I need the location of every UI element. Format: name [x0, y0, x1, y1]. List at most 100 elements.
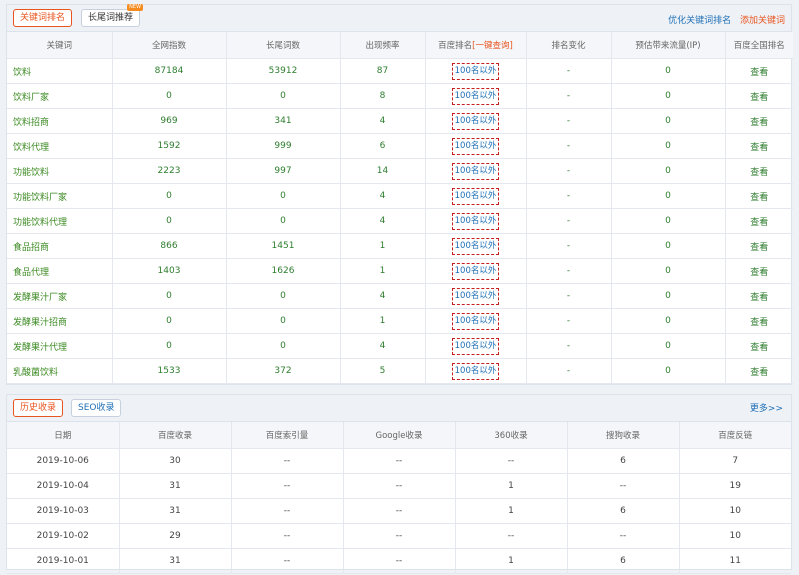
table-row: 饮料代理 1592 999 6 100名以外 -0 查看	[7, 133, 793, 159]
traffic-value: 0	[611, 233, 726, 259]
keyword-link[interactable]: 饮料代理	[7, 133, 113, 159]
keyword-link[interactable]: 食品代理	[7, 258, 113, 284]
keyword-link[interactable]: 功能饮料代理	[7, 208, 113, 234]
tab-longtail-recommend[interactable]: 长尾词推荐 NEW	[81, 4, 144, 27]
rank-cell: 100名以外	[425, 308, 527, 334]
rank-query-box[interactable]: 100名以外	[451, 112, 500, 130]
tab-history-index[interactable]: 历史收录	[13, 399, 64, 417]
sogou-index-value: --	[567, 473, 680, 499]
keyword-link[interactable]: 饮料厂家	[7, 83, 113, 109]
rank-cell: 100名以外	[425, 358, 527, 384]
baidu-index-volume-value: --	[231, 448, 344, 474]
keyword-link[interactable]: 发酵果汁招商	[7, 308, 113, 334]
rank-change-value: -	[526, 333, 612, 359]
longtail-value: 0	[226, 308, 341, 334]
rank-query-box[interactable]: 100名以外	[451, 162, 500, 180]
view-link[interactable]: 查看	[725, 233, 793, 259]
sogou-index-value: 6	[567, 498, 680, 524]
tab-keyword-ranking[interactable]: 关键词排名	[13, 9, 73, 27]
optimize-keyword-link[interactable]: 优化关键词排名	[668, 16, 731, 26]
index-value: 0	[112, 183, 227, 209]
google-index-value: --	[343, 473, 456, 499]
baidu-index-value: 31	[119, 498, 232, 524]
rank-query-box[interactable]: 100名以外	[451, 287, 500, 305]
view-link[interactable]: 查看	[725, 308, 793, 334]
baidu-index-value: 29	[119, 523, 232, 549]
table-row: 功能饮料代理 0 0 4 100名以外 -0 查看	[7, 208, 793, 234]
frequency-value: 4	[340, 183, 426, 209]
keyword-link[interactable]: 饮料招商	[7, 108, 113, 134]
keyword-link[interactable]: 乳酸菌饮料	[7, 358, 113, 384]
table-row: 饮料招商 969 341 4 100名以外 -0 查看	[7, 108, 793, 134]
col-longtail: 长尾词数	[226, 32, 341, 59]
view-link[interactable]: 查看	[725, 333, 793, 359]
keyword-link[interactable]: 功能饮料	[7, 158, 113, 184]
add-keyword-link[interactable]: 添加关键词	[740, 16, 785, 26]
view-link[interactable]: 查看	[725, 183, 793, 209]
rank-cell: 100名以外	[425, 183, 527, 209]
view-link[interactable]: 查看	[725, 208, 793, 234]
view-link[interactable]: 查看	[725, 358, 793, 384]
360-index-value: 1	[455, 548, 568, 574]
more-link[interactable]: 更多>>	[750, 401, 783, 414]
col-baidu-index-volume: 百度索引量	[231, 422, 344, 449]
table-row: 2019-10-06 30 -- -- -- 6 7	[7, 448, 791, 474]
view-link[interactable]: 查看	[725, 283, 793, 309]
rank-query-box[interactable]: 100名以外	[451, 237, 500, 255]
col-traffic: 预估带来流量(IP)	[611, 32, 726, 59]
keyword-link[interactable]: 发酵果汁代理	[7, 333, 113, 359]
rank-query-box[interactable]: 100名以外	[451, 212, 500, 230]
rank-change-value: -	[526, 283, 612, 309]
rank-change-value: -	[526, 158, 612, 184]
frequency-value: 4	[340, 208, 426, 234]
view-link[interactable]: 查看	[725, 258, 793, 284]
index-value: 87184	[112, 58, 227, 84]
col-frequency: 出现频率	[340, 32, 426, 59]
frequency-value: 87	[340, 58, 426, 84]
rank-change-value: -	[526, 58, 612, 84]
traffic-value: 0	[611, 83, 726, 109]
frequency-value: 1	[340, 258, 426, 284]
rank-query-box[interactable]: 100名以外	[451, 87, 500, 105]
frequency-value: 14	[340, 158, 426, 184]
view-link[interactable]: 查看	[725, 158, 793, 184]
google-index-value: --	[343, 548, 456, 574]
keyword-link[interactable]: 食品招商	[7, 233, 113, 259]
keyword-link[interactable]: 功能饮料厂家	[7, 183, 113, 209]
longtail-value: 341	[226, 108, 341, 134]
rank-query-box[interactable]: 100名以外	[451, 187, 500, 205]
table-row: 饮料厂家 0 0 8 100名以外 -0 查看	[7, 83, 793, 109]
rank-query-box[interactable]: 100名以外	[451, 62, 500, 80]
table-row: 乳酸菌饮料 1533 372 5 100名以外 -0 查看	[7, 358, 793, 384]
view-link[interactable]: 查看	[725, 108, 793, 134]
index-value: 969	[112, 108, 227, 134]
table-row: 2019-10-04 31 -- -- 1 -- 19	[7, 473, 791, 499]
history-tabbar: 历史收录 SEO收录 更多>>	[7, 395, 791, 422]
rank-query-box[interactable]: 100名以外	[451, 312, 500, 330]
date-value: 2019-10-04	[7, 473, 120, 499]
rank-change-value: -	[526, 358, 612, 384]
google-index-value: --	[343, 523, 456, 549]
traffic-value: 0	[611, 183, 726, 209]
baidu-index-value: 31	[119, 548, 232, 574]
frequency-value: 4	[340, 283, 426, 309]
one-click-query-link[interactable]: [一键查询]	[472, 41, 513, 51]
history-table: 日期 百度收录 百度索引量 Google收录 360收录 搜狗收录 百度反链 2019-10…	[7, 422, 791, 574]
rank-query-box[interactable]: 100名以外	[451, 362, 500, 380]
keyword-link[interactable]: 发酵果汁厂家	[7, 283, 113, 309]
360-index-value: --	[455, 448, 568, 474]
tab-seo-index[interactable]: SEO收录	[71, 399, 122, 417]
longtail-value: 1626	[226, 258, 341, 284]
rank-query-box[interactable]: 100名以外	[451, 337, 500, 355]
longtail-value: 1451	[226, 233, 341, 259]
longtail-value: 997	[226, 158, 341, 184]
keyword-link[interactable]: 饮料	[7, 58, 113, 84]
view-link[interactable]: 查看	[725, 58, 793, 84]
view-link[interactable]: 查看	[725, 83, 793, 109]
rank-query-box[interactable]: 100名以外	[451, 262, 500, 280]
date-value: 2019-10-06	[7, 448, 120, 474]
frequency-value: 1	[340, 308, 426, 334]
rank-change-value: -	[526, 133, 612, 159]
view-link[interactable]: 查看	[725, 133, 793, 159]
rank-query-box[interactable]: 100名以外	[451, 137, 500, 155]
